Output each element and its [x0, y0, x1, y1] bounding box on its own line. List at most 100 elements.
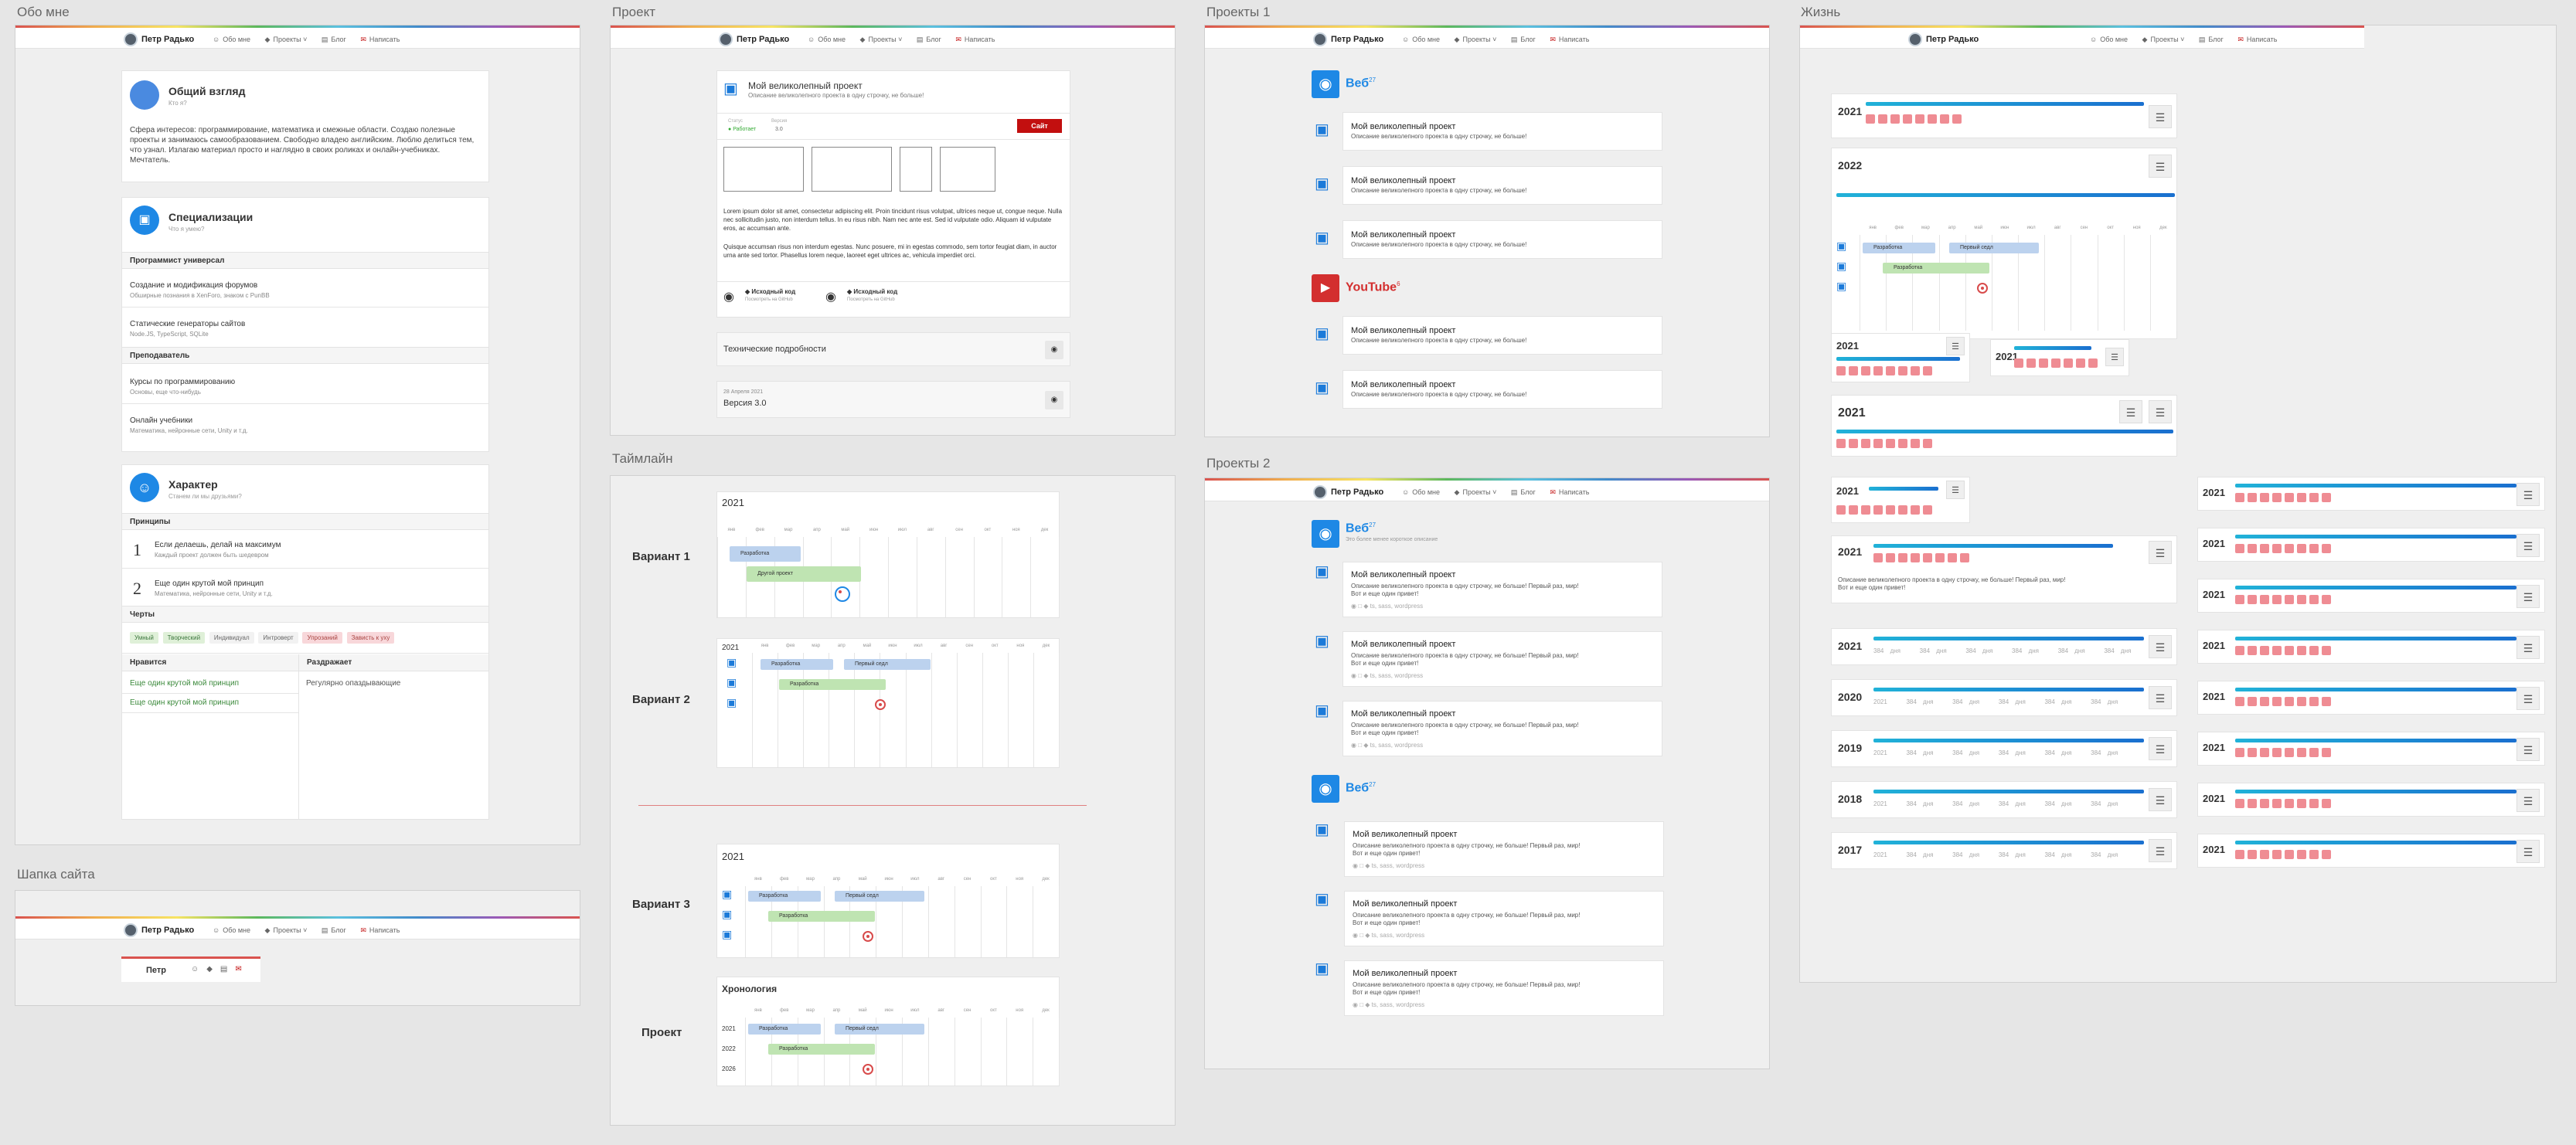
nav-blog[interactable]: ▤ Блог: [1511, 36, 1536, 43]
project-list-item[interactable]: Мой великолепный проект Описание великол…: [1344, 821, 1664, 877]
eye-icon[interactable]: ◉: [1045, 391, 1063, 409]
menu-icon[interactable]: ☰: [2149, 635, 2172, 658]
timeline-bar[interactable]: Разработка: [768, 1044, 875, 1055]
source-link[interactable]: ◆ Исходный код: [847, 288, 897, 295]
timeline-bar[interactable]: Другой проект: [747, 566, 861, 582]
timeline-bar[interactable]: Разработка: [1863, 243, 1935, 253]
nav-write[interactable]: ✉ Написать: [2237, 36, 2277, 43]
category-youtube[interactable]: YouTube6: [1346, 280, 1400, 294]
timeline-bar[interactable]: Разработка: [748, 891, 821, 902]
nav-blog[interactable]: ▤ Блог: [917, 36, 941, 43]
nav-about[interactable]: ☺ Обо мне: [1402, 488, 1440, 496]
menu-icon[interactable]: ☰: [2516, 687, 2540, 710]
nav-about[interactable]: ☺ Обо мне: [213, 36, 250, 43]
project-list-item[interactable]: Мой великолепный проект Описание великол…: [1342, 166, 1662, 205]
site-name[interactable]: Петр Радько: [141, 926, 194, 935]
timeline-bar[interactable]: Разработка: [768, 911, 875, 922]
menu-icon[interactable]: ☰: [2105, 348, 2124, 366]
site-name[interactable]: Петр Радько: [1331, 35, 1383, 44]
nav-about[interactable]: ☺ Обо мне: [213, 926, 250, 934]
site-name-short[interactable]: Петр: [146, 966, 166, 975]
nav-write[interactable]: ✉ Написать: [360, 926, 400, 934]
milestone-marker[interactable]: [863, 931, 873, 942]
menu-icon[interactable]: ☰: [2149, 400, 2172, 423]
source-link[interactable]: ◆ Исходный код: [745, 288, 795, 295]
timeline-bar[interactable]: Разработка: [761, 659, 833, 670]
avatar[interactable]: [1908, 32, 1922, 46]
menu-icon[interactable]: ☰: [2149, 788, 2172, 811]
project-list-item[interactable]: Мой великолепный проект Описание великол…: [1342, 112, 1662, 151]
timeline-bar[interactable]: Первый седл: [844, 659, 931, 670]
site-name[interactable]: Петр Радько: [1926, 35, 1979, 44]
avatar[interactable]: [124, 32, 138, 46]
nav-write[interactable]: ✉ Написать: [955, 36, 995, 43]
nav-about[interactable]: ☺ Обо мне: [808, 36, 846, 43]
avatar[interactable]: [1313, 485, 1327, 499]
timeline-bar[interactable]: Первый седл: [835, 1024, 924, 1035]
nav-write[interactable]: ✉ Написать: [360, 36, 400, 43]
nav-about[interactable]: ☺ Обо мне: [2090, 36, 2128, 43]
milestone-marker[interactable]: [835, 586, 850, 602]
project-list-item[interactable]: Мой великолепный проект Описание великол…: [1342, 701, 1662, 756]
nav-projects[interactable]: ◆ Проекты ˅: [1455, 36, 1497, 43]
project-list-item[interactable]: Мой великолепный проект Описание великол…: [1342, 562, 1662, 617]
nav-projects[interactable]: ◆ Проекты ˅: [1455, 488, 1497, 496]
milestone-marker[interactable]: [1977, 283, 1988, 294]
project-list-item[interactable]: Мой великолепный проект Описание великол…: [1342, 316, 1662, 355]
nav-blog[interactable]: ▤ Блог: [2199, 36, 2224, 43]
timeline-bar[interactable]: Разработка: [748, 1024, 821, 1035]
screenshot-thumb[interactable]: [940, 147, 995, 192]
timeline-bar[interactable]: Разработка: [1883, 263, 1989, 274]
menu-icon[interactable]: ☰: [2516, 789, 2540, 812]
spec-item-title[interactable]: Курсы по программированию: [130, 378, 235, 386]
menu-icon[interactable]: ☰: [2119, 400, 2142, 423]
site-name[interactable]: Петр Радько: [141, 35, 194, 44]
menu-icon[interactable]: ☰: [2516, 534, 2540, 557]
nav-blog[interactable]: ▤ Блог: [322, 926, 346, 934]
nav-projects[interactable]: ◆ Проекты ˅: [860, 36, 903, 43]
site-name[interactable]: Петр Радько: [737, 35, 789, 44]
menu-icon[interactable]: ☰: [2149, 839, 2172, 862]
menu-icon[interactable]: ☰: [1946, 481, 1965, 499]
category-web[interactable]: Веб27: [1346, 781, 1376, 795]
nav-blog[interactable]: ▤ Блог: [1511, 488, 1536, 496]
menu-icon[interactable]: ☰: [2516, 585, 2540, 608]
avatar[interactable]: [124, 923, 138, 937]
spec-item-title[interactable]: Создание и модификация форумов: [130, 281, 257, 290]
menu-icon[interactable]: ☰: [2516, 483, 2540, 506]
milestone-marker[interactable]: [875, 699, 886, 710]
nav-write[interactable]: ✉ Написать: [1550, 488, 1589, 496]
screenshot-thumb[interactable]: [723, 147, 804, 192]
nav-projects[interactable]: ◆ Проекты ˅: [2142, 36, 2185, 43]
nav-blog[interactable]: ▤ Блог: [322, 36, 346, 43]
site-button[interactable]: Сайт: [1017, 119, 1062, 133]
project-list-item[interactable]: Мой великолепный проект Описание великол…: [1342, 631, 1662, 687]
site-name[interactable]: Петр Радько: [1331, 488, 1383, 497]
nav-projects[interactable]: ◆ Проекты ˅: [265, 926, 308, 934]
timeline-bar[interactable]: Разработка: [730, 546, 801, 562]
project-list-item[interactable]: Мой великолепный проект Описание великол…: [1342, 220, 1662, 259]
timeline-bar[interactable]: Первый седл: [835, 891, 924, 902]
milestone-marker[interactable]: [863, 1064, 873, 1075]
spec-item-title[interactable]: Статические генераторы сайтов: [130, 320, 245, 328]
project-list-item[interactable]: Мой великолепный проект Описание великол…: [1344, 891, 1664, 946]
menu-icon[interactable]: ☰: [2149, 686, 2172, 709]
avatar[interactable]: [1313, 32, 1327, 46]
category-web[interactable]: Веб27: [1346, 522, 1376, 535]
menu-icon[interactable]: ☰: [2516, 738, 2540, 761]
screenshot-thumb[interactable]: [900, 147, 932, 192]
avatar[interactable]: [719, 32, 733, 46]
category-web[interactable]: Веб27: [1346, 76, 1376, 90]
project-list-item[interactable]: Мой великолепный проект Описание великол…: [1342, 370, 1662, 409]
screenshot-thumb[interactable]: [812, 147, 892, 192]
timeline-bar[interactable]: Первый седл: [1949, 243, 2039, 253]
compact-nav-icons[interactable]: ☺◆▤✉: [191, 965, 250, 973]
project-list-item[interactable]: Мой великолепный проект Описание великол…: [1344, 960, 1664, 1016]
eye-icon[interactable]: ◉: [1045, 341, 1063, 359]
tech-details-row[interactable]: Технические подробности ◉: [716, 332, 1070, 366]
menu-icon[interactable]: ☰: [2516, 840, 2540, 863]
timeline-bar[interactable]: Разработка: [779, 679, 886, 690]
menu-icon[interactable]: ☰: [2516, 636, 2540, 659]
nav-about[interactable]: ☺ Обо мне: [1402, 36, 1440, 43]
version-row[interactable]: 28 Апреля 2021 Версия 3.0 ◉: [716, 381, 1070, 418]
